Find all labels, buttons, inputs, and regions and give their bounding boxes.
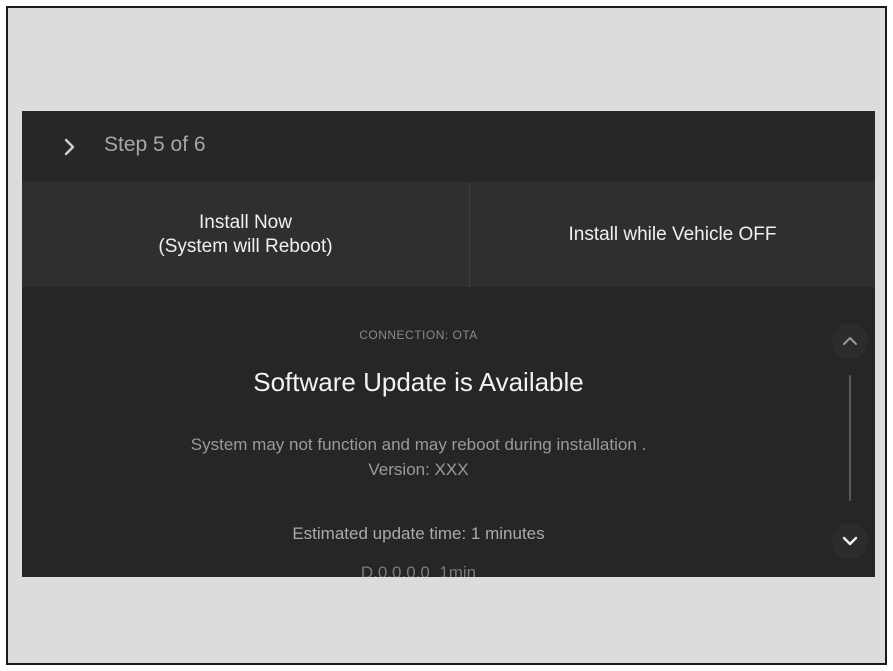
description-warning: System may not function and may reboot d… xyxy=(190,435,647,454)
scroll-down-button[interactable] xyxy=(832,523,868,559)
figure-frame: Step 5 of 6 Install Now (System will Reb… xyxy=(6,6,887,665)
scroll-up-button[interactable] xyxy=(832,323,868,359)
chevron-up-icon xyxy=(843,337,857,345)
infotainment-screen: Step 5 of 6 Install Now (System will Reb… xyxy=(22,111,875,577)
action-bar: Install Now (System will Reboot) Install… xyxy=(22,182,875,287)
scrollbar-track[interactable] xyxy=(849,375,851,501)
step-indicator: Step 5 of 6 xyxy=(104,133,206,156)
version-text: Version: XXX xyxy=(368,460,469,479)
connection-label: CONNECTION: OTA xyxy=(359,328,478,342)
update-details-panel: CONNECTION: OTA Software Update is Avail… xyxy=(22,287,875,577)
estimated-time: Estimated update time: 1 minutes xyxy=(292,524,545,543)
step-bar[interactable]: Step 5 of 6 xyxy=(22,111,875,182)
chevron-right-icon xyxy=(64,138,75,156)
install-while-off-button[interactable]: Install while Vehicle OFF xyxy=(470,182,875,287)
update-description: System may not function and may reboot d… xyxy=(22,432,815,482)
update-title: Software Update is Available xyxy=(253,367,584,397)
install-now-button[interactable]: Install Now (System will Reboot) xyxy=(22,182,469,287)
update-id-text: D.0.0.0.0_1min xyxy=(360,563,477,577)
chevron-down-icon xyxy=(842,536,858,546)
